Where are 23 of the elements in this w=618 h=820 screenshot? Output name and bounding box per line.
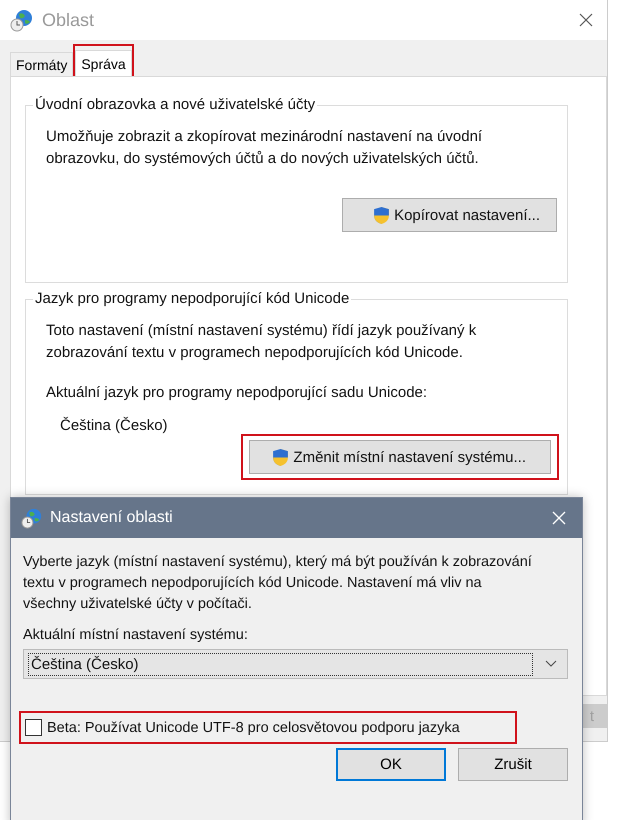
description-text: Vyberte jazyk (místní nastavení systému), který má být používán k zobrazování textu v programech nepodporujících kód Unicode. Nastavení má vliv na všechny uživatelské účty v počítači. bbox=[23, 553, 533, 614]
tab[interactable]: Správa bbox=[75, 50, 132, 76]
group-title: Jazyk pro programy nepodporující kód Unicode bbox=[33, 290, 352, 307]
beta-checkbox[interactable]: Beta: Používat Unicode UTF-8 pro celosvětovou podporu jazyka bbox=[25, 719, 460, 736]
settings-button[interactable]: Změnit místní nastavení systému... bbox=[249, 440, 551, 474]
globe-clock-icon bbox=[21, 507, 43, 529]
window-title: Oblast bbox=[42, 10, 96, 30]
checkbox[interactable] bbox=[25, 719, 42, 736]
dialog-title: Nastavení oblasti bbox=[50, 509, 174, 527]
dialog-button[interactable]: OK bbox=[336, 748, 446, 781]
current-language-value: Čeština (Česko) bbox=[60, 417, 169, 434]
group-title: Úvodní obrazovka a nové uživatelské účty bbox=[33, 96, 318, 113]
tab[interactable]: Formáty bbox=[10, 52, 74, 76]
chevron-down-icon bbox=[545, 660, 557, 668]
locale-dropdown[interactable]: Čeština (Česko) bbox=[23, 649, 568, 679]
globe-clock-icon bbox=[10, 8, 34, 32]
close-icon[interactable] bbox=[579, 13, 593, 27]
dialog-button[interactable]: Zrušit bbox=[458, 748, 568, 781]
settings-button[interactable]: Kopírovat nastavení... bbox=[342, 198, 557, 232]
locale-label: Aktuální místní nastavení systému: bbox=[23, 627, 249, 643]
current-language-label: Aktuální jazyk pro programy nepodporující sadu Unicode: bbox=[46, 384, 428, 401]
description-text: Umožňuje zobrazit a zkopírovat mezinárodní nastavení na úvodní obrazovku, do systémových účtů a do nových uživatelských účtů. bbox=[46, 127, 484, 169]
description-text: Toto nastavení (místní nastavení systému) řídí jazyk používaný k zobrazování textu v programech nepodporujících kód Unicode. bbox=[46, 321, 478, 363]
